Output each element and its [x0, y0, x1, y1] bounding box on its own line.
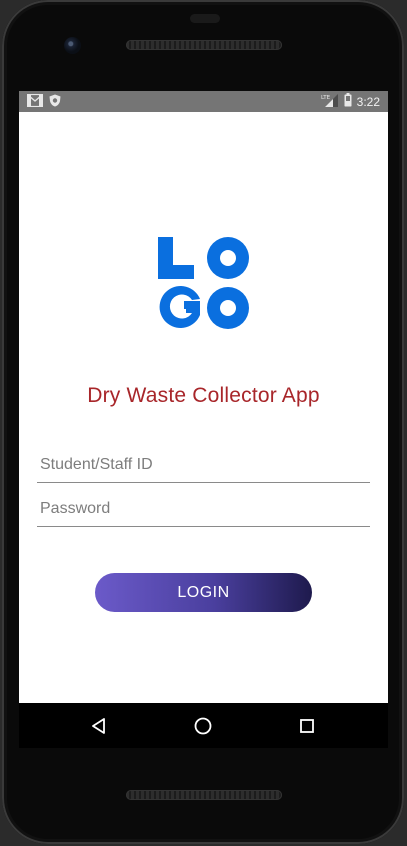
- navigation-bar: [19, 703, 388, 748]
- app-screen: Dry Waste Collector App LOGIN: [19, 112, 388, 703]
- back-button[interactable]: [87, 714, 111, 738]
- earpiece: [190, 14, 220, 23]
- status-left-icons: [26, 93, 61, 110]
- lte-signal-icon: LTE: [321, 93, 339, 110]
- password-input[interactable]: [37, 491, 370, 527]
- status-bar: LTE 3:22: [19, 91, 388, 112]
- student-staff-id-input[interactable]: [37, 447, 370, 483]
- bottom-speaker-grille: [126, 790, 282, 800]
- home-icon: [194, 717, 212, 735]
- login-button[interactable]: LOGIN: [95, 573, 312, 612]
- app-logo: [158, 237, 250, 329]
- network-label: LTE: [321, 95, 331, 101]
- shield-icon: [49, 94, 61, 110]
- home-button[interactable]: [191, 714, 215, 738]
- status-time: 3:22: [356, 94, 380, 109]
- recents-icon: [300, 719, 314, 733]
- status-right-icons: LTE 3:22: [321, 93, 380, 110]
- top-speaker-grille: [126, 40, 282, 50]
- battery-icon: [344, 93, 352, 110]
- recents-button[interactable]: [295, 714, 319, 738]
- back-icon: [92, 718, 105, 734]
- front-camera: [64, 37, 81, 54]
- app-title: Dry Waste Collector App: [87, 384, 320, 407]
- logo-image: [158, 237, 249, 329]
- gmail-icon: [26, 93, 44, 110]
